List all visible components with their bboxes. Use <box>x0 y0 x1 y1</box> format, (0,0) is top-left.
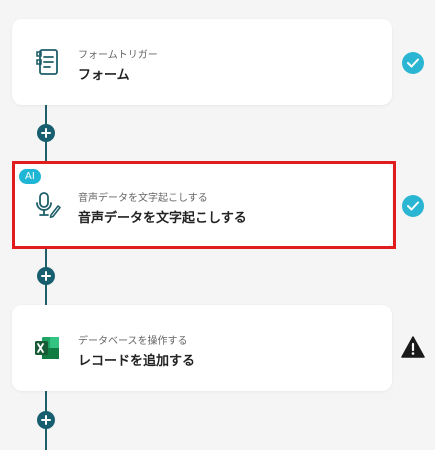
step-status-complete <box>401 51 425 75</box>
check-icon <box>402 195 424 217</box>
excel-icon <box>30 331 64 365</box>
step-title: フォーム <box>78 68 130 83</box>
step-status-warning <box>401 335 425 359</box>
step-title: レコードを追加する <box>78 354 196 369</box>
warning-icon <box>401 336 425 358</box>
add-step-button[interactable] <box>37 411 55 429</box>
selected-step-highlight <box>12 161 396 249</box>
ai-badge: AI <box>19 169 41 184</box>
add-step-button[interactable] <box>37 124 55 142</box>
step-subtitle: フォームトリガー <box>78 50 158 61</box>
step-status-complete <box>401 194 425 218</box>
form-icon <box>30 45 64 79</box>
flow-step-card[interactable]: データベースを操作する レコードを追加する <box>12 305 392 391</box>
check-icon <box>402 52 424 74</box>
add-step-button[interactable] <box>37 267 55 285</box>
plus-icon <box>41 415 51 425</box>
plus-icon <box>41 128 51 138</box>
step-subtitle: データベースを操作する <box>78 336 188 347</box>
flow-step-card[interactable]: フォームトリガー フォーム <box>12 19 392 105</box>
plus-icon <box>41 271 51 281</box>
